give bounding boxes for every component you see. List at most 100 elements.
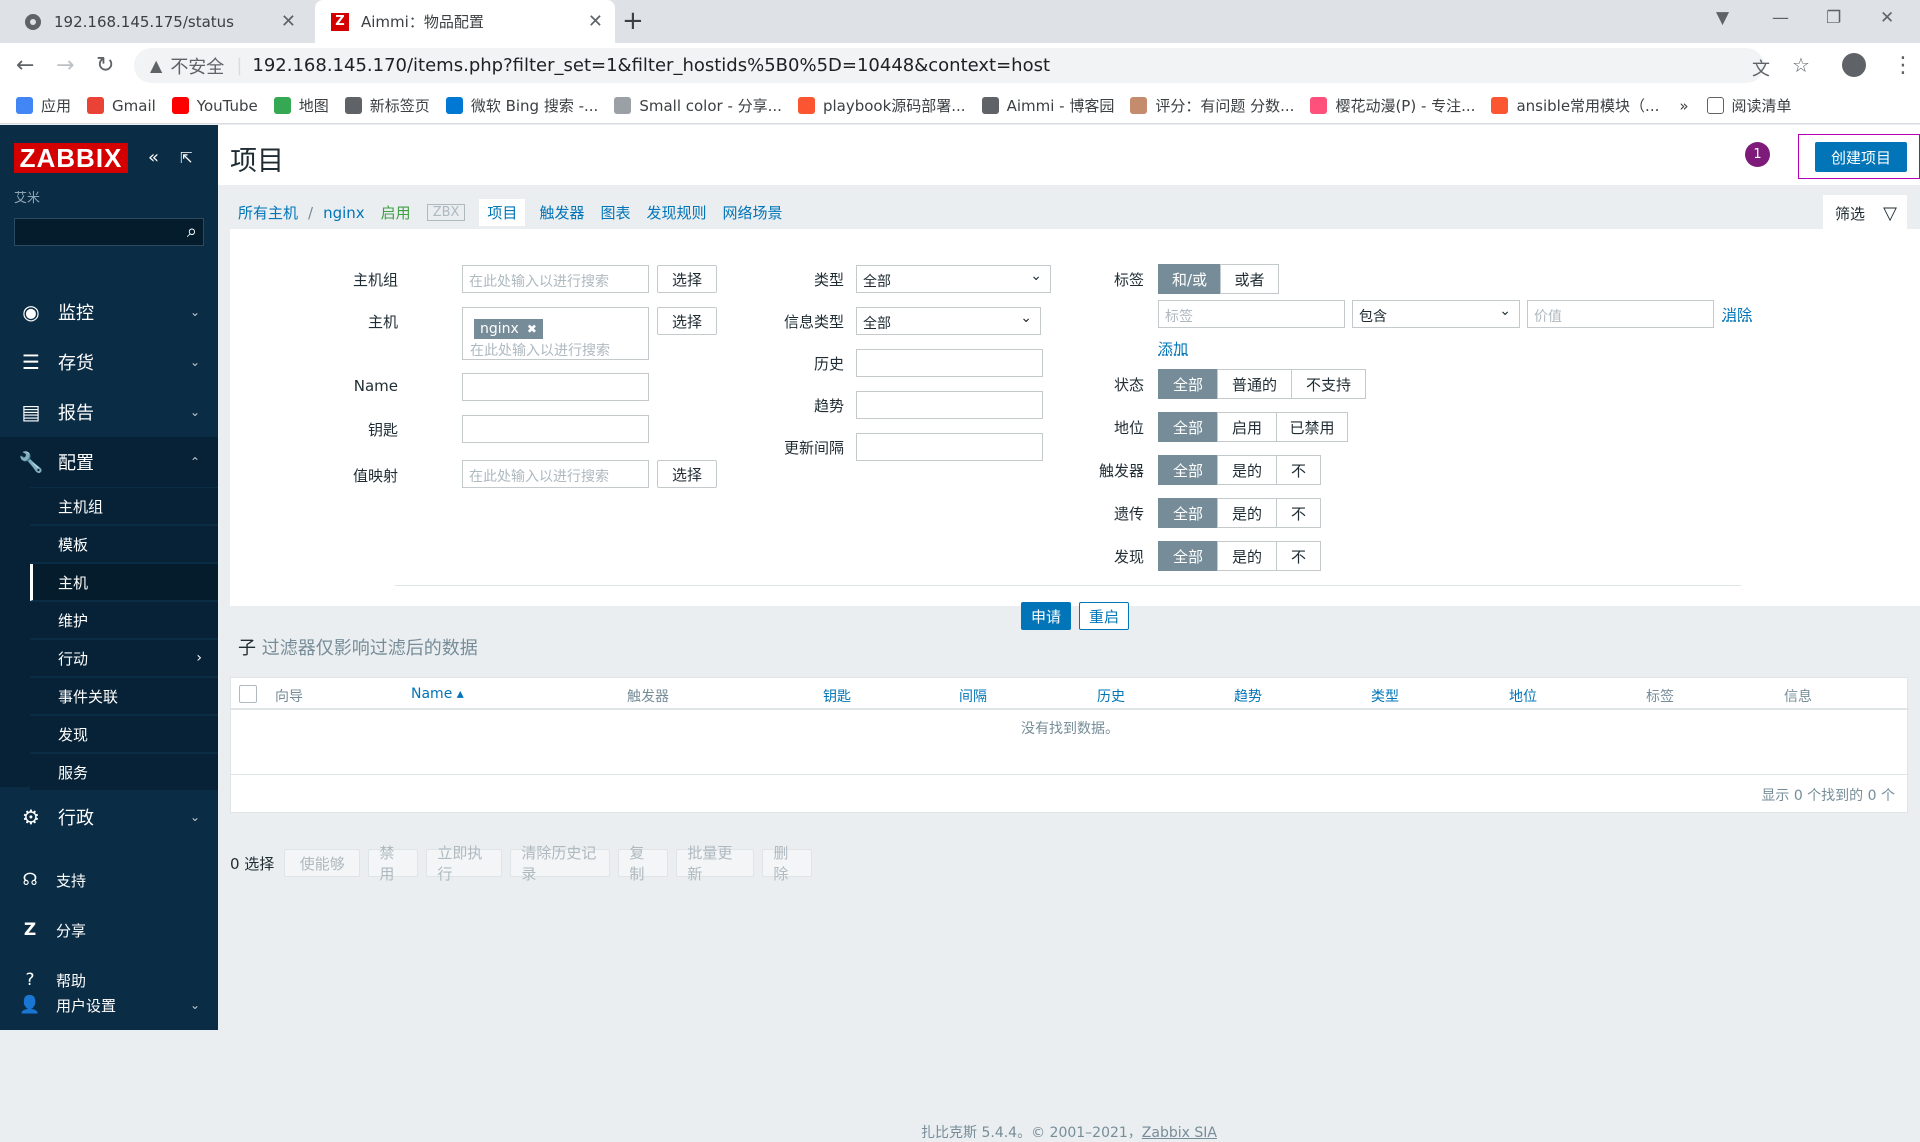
- submenu-templates[interactable]: 模板: [30, 526, 218, 563]
- trend-input[interactable]: [856, 391, 1043, 419]
- bookmark-item[interactable]: YouTube: [171, 97, 258, 115]
- host-chip[interactable]: nginx ✖: [474, 319, 543, 339]
- bookmarks-overflow-icon[interactable]: »: [1679, 97, 1688, 115]
- tab-discovery-rules[interactable]: 发现规则: [646, 202, 706, 223]
- info-type-select[interactable]: 全部 ⌄: [856, 307, 1041, 335]
- star-icon[interactable]: ☆: [1792, 53, 1810, 77]
- bookmark-item[interactable]: 微软 Bing 搜索 -...: [445, 95, 598, 116]
- menu-share[interactable]: Z 分享: [0, 905, 218, 955]
- col-status[interactable]: 地位: [1509, 686, 1537, 706]
- breadcrumb-host[interactable]: nginx: [323, 204, 365, 222]
- tab-web-scenarios[interactable]: 网络场景: [722, 202, 782, 223]
- close-icon[interactable]: ✕: [281, 11, 296, 32]
- host-status-enabled[interactable]: 启用: [381, 202, 411, 223]
- kiosk-mode-icon[interactable]: ⇱: [180, 149, 193, 167]
- host-group-select-button[interactable]: 选择: [657, 265, 717, 293]
- menu-inventory[interactable]: ☰ 存货 ⌄: [0, 337, 218, 387]
- inherited-all[interactable]: 全部: [1158, 498, 1218, 528]
- bookmark-item[interactable]: ansible常用模块（...: [1491, 95, 1659, 116]
- collapse-sidebar-icon[interactable]: «: [148, 147, 159, 168]
- menu-kebab-icon[interactable]: ⋮: [1892, 53, 1914, 78]
- col-trends[interactable]: 趋势: [1234, 686, 1262, 706]
- restore-icon[interactable]: ❐: [1826, 8, 1841, 28]
- submenu-hosts[interactable]: 主机: [30, 564, 218, 601]
- triggers-no[interactable]: 不: [1276, 455, 1321, 485]
- minimize-icon[interactable]: —: [1772, 8, 1789, 28]
- host-group-input[interactable]: 在此处输入以进行搜索: [462, 265, 649, 293]
- status-all[interactable]: 全部: [1158, 412, 1218, 442]
- bookmark-item[interactable]: 新标签页: [344, 95, 430, 116]
- col-interval[interactable]: 间隔: [959, 686, 987, 706]
- tag-operator-select[interactable]: 包含 ⌄: [1352, 300, 1520, 328]
- zabbix-logo[interactable]: ZABBIX: [14, 143, 128, 173]
- submenu-services[interactable]: 服务: [30, 754, 218, 791]
- tab-items[interactable]: 项目: [479, 199, 526, 226]
- tab-graphs[interactable]: 图表: [600, 202, 630, 223]
- state-not-supported[interactable]: 不支持: [1291, 369, 1366, 399]
- reset-button[interactable]: 重启: [1079, 602, 1129, 630]
- menu-support[interactable]: ☊ 支持: [0, 855, 218, 905]
- discovered-all[interactable]: 全部: [1158, 541, 1218, 571]
- tag-name-input[interactable]: 标签: [1158, 300, 1345, 328]
- new-tab-icon[interactable]: +: [622, 6, 644, 36]
- state-normal[interactable]: 普通的: [1217, 369, 1292, 399]
- bookmark-item[interactable]: Small color - 分享...: [614, 95, 782, 116]
- type-select[interactable]: 全部 ⌄: [856, 265, 1051, 293]
- bookmark-item[interactable]: 樱花动漫(P) - 专注...: [1310, 95, 1475, 116]
- tab-search-icon[interactable]: ▼: [1716, 8, 1729, 28]
- col-key[interactable]: 钥匙: [823, 686, 851, 706]
- value-map-input[interactable]: 在此处输入以进行搜索: [462, 460, 649, 488]
- bookmark-item[interactable]: Gmail: [87, 97, 156, 115]
- history-input[interactable]: [856, 349, 1043, 377]
- status-enabled[interactable]: 启用: [1217, 412, 1277, 442]
- create-item-button[interactable]: 创建项目: [1815, 142, 1907, 172]
- submenu-event-correlation[interactable]: 事件关联: [30, 678, 218, 715]
- submenu-host-groups[interactable]: 主机组: [30, 488, 218, 525]
- browser-tab-status[interactable]: 192.168.145.175/status ✕: [8, 0, 308, 43]
- menu-monitoring[interactable]: ◉ 监控 ⌄: [0, 287, 218, 337]
- enable-button[interactable]: 使能够: [284, 849, 361, 877]
- submenu-discovery[interactable]: 发现: [30, 716, 218, 753]
- value-map-select-button[interactable]: 选择: [657, 460, 717, 488]
- tab-triggers[interactable]: 触发器: [539, 202, 584, 223]
- notification-badge[interactable]: 1: [1745, 142, 1770, 167]
- menu-user-settings[interactable]: 👤 用户设置 ⌄: [0, 980, 218, 1030]
- col-name[interactable]: Name ▴: [411, 686, 464, 702]
- execute-now-button[interactable]: 立即执行: [426, 844, 503, 883]
- col-type[interactable]: 类型: [1371, 686, 1399, 706]
- bookmark-item[interactable]: 地图: [273, 95, 329, 116]
- bookmark-item[interactable]: 应用: [16, 95, 71, 116]
- reload-icon[interactable]: ↻: [96, 53, 114, 78]
- apply-button[interactable]: 申请: [1021, 602, 1071, 630]
- remove-chip-icon[interactable]: ✖: [527, 322, 537, 336]
- filter-tab[interactable]: 筛选 ▽: [1823, 195, 1907, 231]
- window-close-icon[interactable]: ✕: [1880, 8, 1894, 28]
- status-disabled[interactable]: 已禁用: [1276, 412, 1348, 442]
- disable-button[interactable]: 禁用: [368, 844, 419, 883]
- key-input[interactable]: [462, 415, 649, 443]
- back-icon[interactable]: ←: [16, 53, 34, 78]
- footer-link[interactable]: Zabbix SIA: [1142, 1125, 1217, 1141]
- name-input[interactable]: [462, 373, 649, 401]
- menu-administration[interactable]: ⚙ 行政 ⌄: [0, 792, 218, 842]
- triggers-yes[interactable]: 是的: [1217, 455, 1277, 485]
- bookmark-item[interactable]: playbook源码部署...: [797, 95, 966, 116]
- bookmark-item[interactable]: 评分：有问题 分数...: [1130, 95, 1294, 116]
- tag-mode-and-or[interactable]: 和/或: [1158, 264, 1221, 294]
- copy-button[interactable]: 复制: [618, 844, 669, 883]
- menu-configuration[interactable]: 🔧 配置 ⌃: [0, 437, 218, 487]
- discovered-no[interactable]: 不: [1276, 541, 1321, 571]
- close-icon[interactable]: ✕: [588, 11, 603, 32]
- triggers-all[interactable]: 全部: [1158, 455, 1218, 485]
- breadcrumb-all-hosts[interactable]: 所有主机: [238, 202, 298, 223]
- address-bar[interactable]: ▲ 不安全 | 192.168.145.170/items.php?filter…: [134, 48, 1764, 83]
- discovered-yes[interactable]: 是的: [1217, 541, 1277, 571]
- host-select-button[interactable]: 选择: [657, 307, 717, 335]
- submenu-maintenance[interactable]: 维护: [30, 602, 218, 639]
- inherited-no[interactable]: 不: [1276, 498, 1321, 528]
- browser-tab-items[interactable]: Z Aimmi：物品配置 ✕: [315, 0, 615, 43]
- select-all-checkbox[interactable]: [239, 685, 257, 703]
- add-tag-link[interactable]: 添加: [1158, 338, 1188, 359]
- search-icon[interactable]: ⌕: [187, 221, 197, 242]
- reading-list-button[interactable]: 阅读清单: [1706, 95, 1792, 116]
